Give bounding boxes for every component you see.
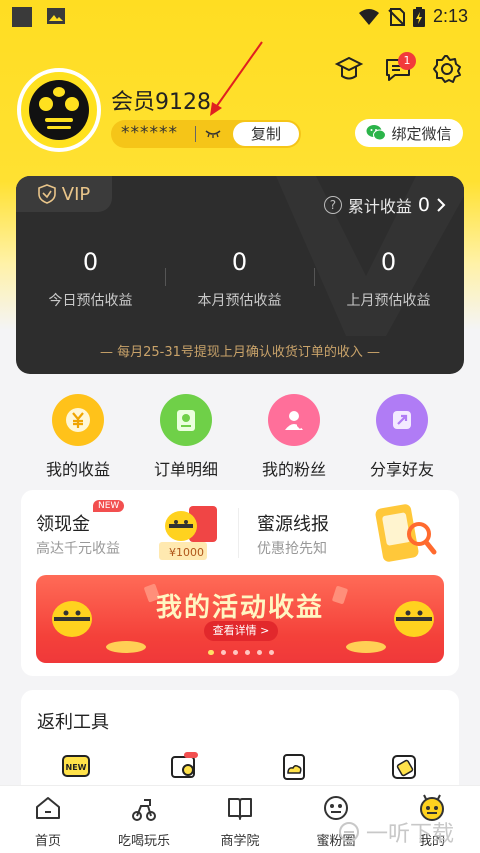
gallery-notification-icon [47, 8, 65, 24]
no-sim-icon [388, 7, 405, 26]
banner-title: 我的活动收益 [155, 593, 324, 623]
yuan-coin-icon [52, 394, 104, 446]
link-copy-icon[interactable] [389, 752, 419, 782]
quick-label: 我的粉丝 [261, 460, 326, 479]
nav-business-school[interactable]: 商学院 [192, 794, 288, 849]
stat-value: 0 [380, 248, 397, 276]
bind-wechat-label: 绑定微信 [391, 124, 452, 143]
message-count-badge: 1 [398, 52, 416, 70]
cumulative-label: 累计收益 [347, 197, 412, 216]
wifi-icon [358, 8, 379, 25]
nav-label: 首页 [34, 834, 61, 849]
cumulative-earnings[interactable]: ? 累计收益 0 [323, 193, 446, 217]
bee-face-icon [29, 80, 89, 140]
quick-label: 分享好友 [369, 460, 434, 479]
svg-text:NEW: NEW [66, 763, 87, 772]
vip-tag: VIP [16, 176, 112, 212]
masked-password: ****** [121, 123, 178, 143]
carousel-dot[interactable] [269, 650, 274, 655]
bind-wechat-button[interactable]: 绑定微信 [355, 119, 463, 147]
news-icon[interactable]: NEW [61, 752, 91, 782]
carousel-dot[interactable] [257, 650, 262, 655]
vip-label: VIP [61, 183, 91, 205]
cash-title: 领现金 [36, 514, 90, 535]
wechat-icon [366, 125, 387, 141]
nav-label: 吃喝玩乐 [117, 834, 170, 849]
help-icon[interactable]: ? [323, 196, 342, 214]
stat-label: 今日预估收益 [48, 293, 133, 309]
carousel-dots [208, 650, 274, 655]
stat-label: 本月预估收益 [197, 293, 282, 309]
cash-subtitle: 高达千元收益 [36, 541, 120, 557]
shield-icon [37, 184, 56, 204]
vip-earnings-card: VIP ? 累计收益 0 0 今日预估收益 0 本月预估收益 0 上月预估收益 … [16, 176, 464, 374]
quick-label: 我的收益 [45, 460, 110, 479]
avatar[interactable] [17, 68, 101, 152]
share-icon [376, 394, 428, 446]
battery-icon [412, 6, 425, 27]
search-deal-icon[interactable] [169, 752, 199, 782]
stat-today: 0 今日预估收益 [16, 248, 165, 310]
deal-news-title: 蜜源线报 [257, 514, 329, 535]
stat-value: 0 [82, 248, 99, 276]
nav-home[interactable]: 首页 [0, 794, 96, 849]
nav-label: 商学院 [220, 834, 260, 849]
carousel-dot[interactable] [233, 650, 238, 655]
gear-icon[interactable] [432, 54, 462, 84]
copy-button[interactable]: 复制 [233, 122, 299, 146]
status-bar: 2:13 [0, 0, 480, 34]
quick-my-earnings[interactable]: 我的收益 [18, 394, 138, 480]
carousel-dot[interactable] [221, 650, 226, 655]
promo-divider [238, 508, 239, 558]
stat-label: 上月预估收益 [346, 293, 431, 309]
quick-share-friends[interactable]: 分享好友 [342, 394, 462, 480]
quick-order-detail[interactable]: 订单明细 [126, 394, 246, 480]
book-icon [228, 798, 252, 820]
stat-value: 0 [231, 248, 248, 276]
chevron-right-icon [437, 198, 446, 212]
cumulative-value: 0 [417, 194, 430, 216]
new-badge: NEW [93, 500, 125, 512]
activity-earnings-banner[interactable]: 我的活动收益 查看详情 > [36, 575, 444, 663]
graduation-cap-icon[interactable] [334, 54, 364, 84]
watermark-text: 一听下载 [366, 822, 455, 847]
cash-amount: ¥1000 [169, 546, 204, 559]
red-arrow-annotation [210, 41, 263, 116]
tools-title: 返利工具 [37, 712, 109, 733]
view-details-button[interactable]: 查看详情 > [204, 621, 278, 641]
watermark: 一听下载 [338, 816, 454, 848]
quick-my-fans[interactable]: 我的粉丝 [234, 394, 354, 480]
order-detail-icon [160, 394, 212, 446]
stat-last-month: 0 上月预估收益 [314, 248, 463, 310]
quick-label: 订单明细 [153, 460, 218, 479]
clock: 2:13 [432, 6, 468, 26]
pill-divider [195, 126, 196, 142]
password-pill: ****** 复制 [111, 120, 301, 148]
withdraw-note: — 每月25-31号提现上月确认收货订单的收入 — [99, 345, 381, 360]
notification-square-icon [12, 7, 32, 27]
username: 会员9128 [111, 90, 211, 115]
nav-food-fun[interactable]: 吃喝玩乐 [96, 794, 192, 849]
fans-user-icon [268, 394, 320, 446]
promo-card: 领现金 NEW 高达千元收益 ¥1000 蜜源线报 优惠抢先知 我的活动收益 查… [21, 490, 459, 676]
eye-closed-icon[interactable] [205, 127, 221, 139]
home-icon [36, 797, 60, 819]
watermark-logo-icon [339, 822, 359, 842]
carousel-dot[interactable] [245, 650, 250, 655]
carousel-dot[interactable] [208, 650, 214, 655]
phone-search-illustration [375, 504, 437, 562]
stat-this-month: 0 本月预估收益 [165, 248, 314, 310]
cloud-doc-icon[interactable] [279, 752, 309, 782]
deal-news-subtitle: 优惠抢先知 [257, 541, 327, 557]
scooter-icon [132, 799, 156, 821]
